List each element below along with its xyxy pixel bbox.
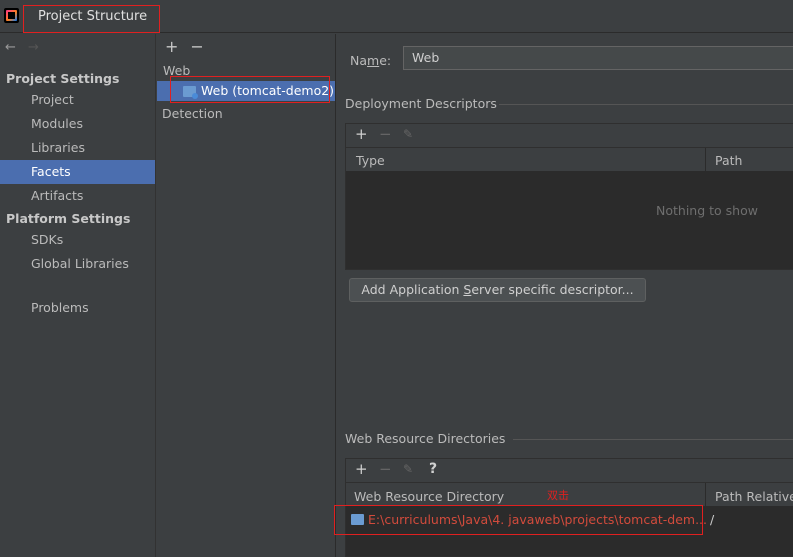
deployment-descriptors-table: Type Path Nothing to show <box>345 147 793 270</box>
name-input[interactable]: Web <box>403 46 793 70</box>
project-settings-header: Project Settings <box>6 71 120 86</box>
section-divider <box>513 439 793 440</box>
deployment-descriptors-title: Deployment Descriptors <box>345 96 497 111</box>
deployment-toolbar: + − ✎ <box>345 123 793 147</box>
settings-nav: ← → Project Settings Project Modules Lib… <box>0 34 156 557</box>
annotation-double-click: 双击 <box>547 489 569 502</box>
add-server-descriptor-button[interactable]: Add Application Server specific descript… <box>349 278 646 302</box>
web-resources-table-header: Web Resource Directory Path Relative <box>346 483 793 507</box>
nav-item-artifacts[interactable]: Artifacts <box>0 184 155 208</box>
back-arrow-icon[interactable]: ← <box>5 40 16 55</box>
remove-resource-icon[interactable]: − <box>379 460 392 478</box>
nav-item-modules[interactable]: Modules <box>0 112 155 136</box>
platform-settings-header: Platform Settings <box>6 211 131 226</box>
column-type[interactable]: Type <box>356 153 385 168</box>
deployment-table-header: Type Path <box>346 148 793 172</box>
forward-arrow-icon[interactable]: → <box>28 40 39 55</box>
column-separator <box>705 148 706 172</box>
remove-facet-icon[interactable]: − <box>190 37 203 56</box>
facets-panel: + − Web Web (tomcat-demo2) Detection <box>157 34 336 557</box>
annotation-box-resource-row <box>334 505 703 535</box>
tree-item-detection[interactable]: Detection <box>162 106 223 121</box>
resource-relative-path[interactable]: / <box>710 512 714 527</box>
annotation-box-facet <box>170 76 330 103</box>
facet-details: Name: Web Deployment Descriptors + − ✎ T… <box>337 34 793 557</box>
add-descriptor-icon[interactable]: + <box>355 125 368 143</box>
nav-item-facets[interactable]: Facets <box>0 160 155 184</box>
nav-arrows: ← → <box>5 40 39 55</box>
empty-table-text: Nothing to show <box>656 203 758 218</box>
column-path[interactable]: Path <box>715 153 742 168</box>
web-resources-toolbar: + − ✎ ? <box>345 458 793 482</box>
nav-item-sdks[interactable]: SDKs <box>0 228 155 252</box>
name-label: Name: <box>350 53 392 68</box>
edit-descriptor-icon[interactable]: ✎ <box>403 127 413 141</box>
help-icon[interactable]: ? <box>429 461 437 477</box>
nav-item-project[interactable]: Project <box>0 88 155 112</box>
edit-resource-icon[interactable]: ✎ <box>403 462 413 476</box>
facets-toolbar: + − <box>165 37 216 56</box>
web-resource-directories-title: Web Resource Directories <box>345 431 506 446</box>
add-resource-icon[interactable]: + <box>355 460 368 478</box>
nav-item-libraries[interactable]: Libraries <box>0 136 155 160</box>
column-separator <box>705 483 706 507</box>
add-facet-icon[interactable]: + <box>165 37 178 56</box>
column-web-resource-directory[interactable]: Web Resource Directory <box>354 489 504 504</box>
intellij-logo-icon <box>4 8 19 23</box>
column-path-relative[interactable]: Path Relative <box>715 489 793 504</box>
nav-item-global-libraries[interactable]: Global Libraries <box>0 252 155 276</box>
nav-item-problems[interactable]: Problems <box>0 296 155 320</box>
remove-descriptor-icon[interactable]: − <box>379 125 392 143</box>
annotation-box-title <box>23 5 160 33</box>
section-divider <box>499 104 793 105</box>
